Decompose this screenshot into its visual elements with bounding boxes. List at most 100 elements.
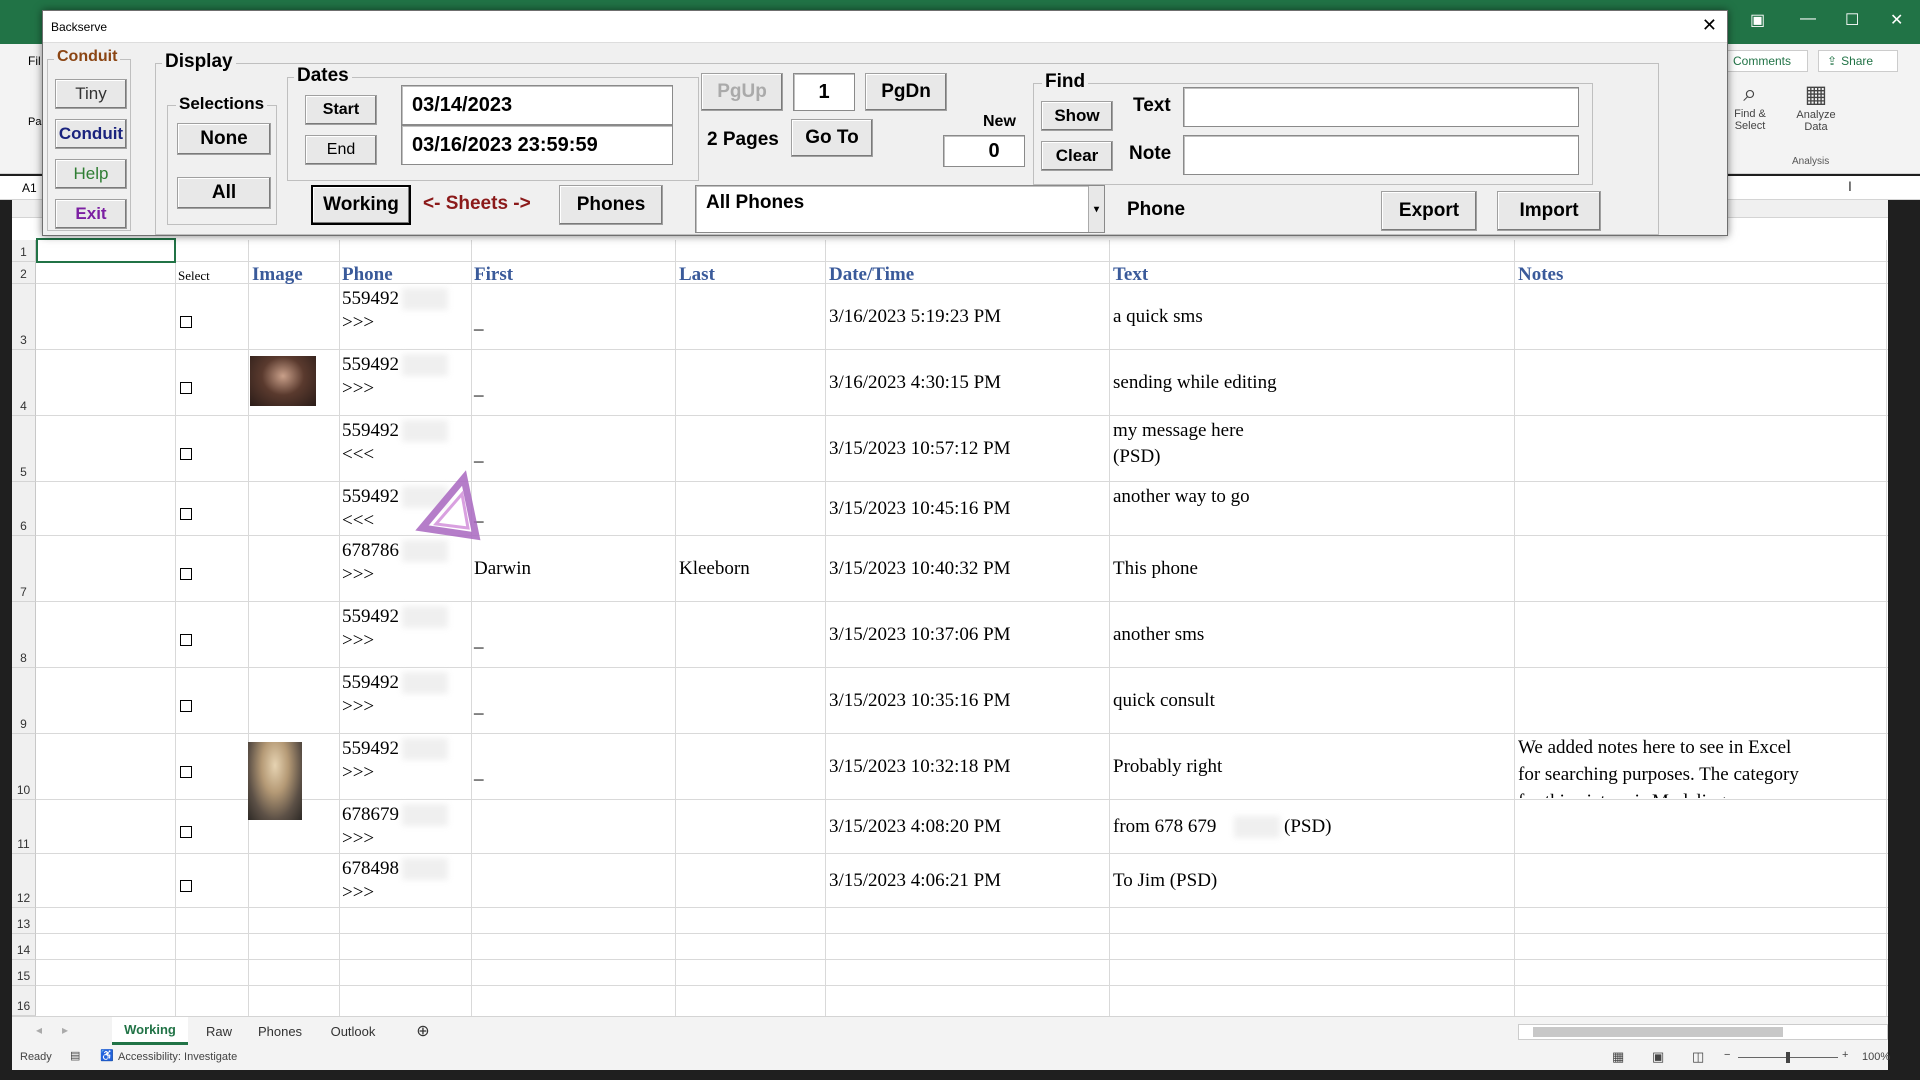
sheet-tab-working[interactable]: Working xyxy=(112,1017,188,1045)
select-checkbox[interactable] xyxy=(180,316,192,328)
dropdown-arrow-icon[interactable]: ▾ xyxy=(1088,186,1104,232)
tiny-button[interactable]: Tiny xyxy=(55,79,127,109)
display-group-label: Display xyxy=(162,51,236,73)
direction-cell: >>> xyxy=(342,312,375,333)
select-checkbox[interactable] xyxy=(180,508,192,520)
name-box[interactable]: A1 xyxy=(22,181,37,195)
exit-button[interactable]: Exit xyxy=(55,199,127,229)
text-cell: Probably right xyxy=(1113,756,1223,777)
find-clear-button[interactable]: Clear xyxy=(1041,141,1113,171)
spreadsheet-grid[interactable]: 1 2 3 4 5 6 7 8 9 10 11 12 13 14 15 16 S… xyxy=(12,218,1888,1016)
row-header[interactable]: 9 xyxy=(12,668,36,734)
row-header[interactable]: 15 xyxy=(12,960,36,986)
add-sheet-icon[interactable]: ⊕ xyxy=(408,1017,438,1045)
row-header[interactable]: 6 xyxy=(12,482,36,536)
start-date-field[interactable]: 03/14/2023 xyxy=(401,85,673,125)
comments-label: Comments xyxy=(1733,54,1792,68)
select-checkbox[interactable] xyxy=(180,700,192,712)
phone-cell: 559492 xyxy=(342,672,399,693)
close-icon[interactable]: ✕ xyxy=(1890,10,1903,30)
phone-cell: 678786 xyxy=(342,540,399,561)
contact-photo-thumbnail[interactable] xyxy=(250,356,316,406)
phone-cell: 559492 xyxy=(342,486,399,507)
help-button[interactable]: Help xyxy=(55,159,127,189)
goto-button[interactable]: Go To xyxy=(791,119,873,157)
select-checkbox[interactable] xyxy=(180,568,192,580)
tab-next-icon[interactable]: ▸ xyxy=(62,1023,68,1037)
datetime-cell: 3/15/2023 4:08:20 PM xyxy=(829,816,1002,837)
all-button[interactable]: All xyxy=(177,177,271,209)
zoom-level[interactable]: 100% xyxy=(1862,1051,1890,1063)
row-header[interactable]: 10 xyxy=(12,734,36,800)
normal-view-icon[interactable]: ▦ xyxy=(1612,1049,1624,1065)
row-header[interactable]: 14 xyxy=(12,934,36,960)
select-checkbox[interactable] xyxy=(180,766,192,778)
zoom-slider-thumb[interactable] xyxy=(1786,1052,1790,1063)
first-cell: _ xyxy=(474,696,484,717)
sheet-tab-outlook[interactable]: Outlook xyxy=(318,1017,388,1045)
find-text-input[interactable] xyxy=(1183,87,1579,127)
select-checkbox[interactable] xyxy=(180,826,192,838)
end-date-field[interactable]: 03/16/2023 23:59:59 xyxy=(401,125,673,165)
share-button[interactable]: ⇪ Share xyxy=(1818,50,1898,72)
direction-cell: >>> xyxy=(342,696,375,717)
row-header[interactable]: 11 xyxy=(12,800,36,854)
page-number-field[interactable]: 1 xyxy=(793,73,855,111)
horizontal-scrollbar[interactable] xyxy=(1518,1024,1888,1040)
find-select-button[interactable]: ⌕ Find & Select xyxy=(1720,80,1780,160)
contact-photo-thumbnail[interactable] xyxy=(248,742,302,820)
sheet-tab-raw[interactable]: Raw xyxy=(196,1017,242,1045)
page-layout-icon[interactable]: ▣ xyxy=(1652,1049,1664,1065)
maximize-icon[interactable]: ☐ xyxy=(1845,10,1859,30)
minimize-icon[interactable]: — xyxy=(1800,10,1816,28)
select-checkbox[interactable] xyxy=(180,880,192,892)
datetime-cell: 3/15/2023 10:35:16 PM xyxy=(829,690,1011,711)
row-header[interactable]: 12 xyxy=(12,854,36,908)
phone-filter-dropdown[interactable]: All Phones ▾ xyxy=(695,185,1105,233)
select-checkbox[interactable] xyxy=(180,634,192,646)
zoom-slider[interactable] xyxy=(1738,1052,1838,1063)
conduit-button[interactable]: Conduit xyxy=(55,119,127,149)
export-button[interactable]: Export xyxy=(1381,191,1477,231)
new-count-field[interactable]: 0 xyxy=(943,135,1025,167)
start-button[interactable]: Start xyxy=(305,95,377,125)
comments-button[interactable]: Comments xyxy=(1722,50,1808,72)
end-button[interactable]: End xyxy=(305,135,377,165)
analyze-data-button[interactable]: ▦ Analyze Data xyxy=(1786,80,1846,160)
dialog-close-icon[interactable]: ✕ xyxy=(1702,15,1717,36)
sheet-tab-phones[interactable]: Phones xyxy=(248,1017,312,1045)
ribbon-display-icon[interactable]: ▣ xyxy=(1750,10,1765,30)
h-scrollbar-thumb[interactable] xyxy=(1533,1027,1783,1037)
row-header[interactable]: 16 xyxy=(12,986,36,1016)
zoom-out-icon[interactable]: − xyxy=(1724,1049,1730,1061)
accessibility-status[interactable]: Accessibility: Investigate xyxy=(118,1051,237,1063)
tab-prev-icon[interactable]: ◂ xyxy=(36,1023,42,1037)
pgdn-button[interactable]: PgDn xyxy=(865,73,947,111)
row-header[interactable]: 5 xyxy=(12,416,36,482)
macro-icon[interactable]: ▤ xyxy=(70,1049,80,1062)
active-cell-a1[interactable] xyxy=(36,238,176,263)
zoom-in-icon[interactable]: + xyxy=(1842,1049,1848,1061)
row-header[interactable]: 2 xyxy=(12,262,36,284)
phones-sheet-button[interactable]: Phones xyxy=(559,185,663,225)
row-header[interactable]: 13 xyxy=(12,908,36,934)
file-tab[interactable]: Fil xyxy=(28,54,41,68)
none-button[interactable]: None xyxy=(177,123,271,155)
pgup-button[interactable]: PgUp xyxy=(701,73,783,111)
row-header[interactable]: 3 xyxy=(12,284,36,350)
magnifier-icon: ⌕ xyxy=(1743,80,1757,107)
direction-cell: <<< xyxy=(342,510,375,531)
find-note-input[interactable] xyxy=(1183,135,1579,175)
select-checkbox[interactable] xyxy=(180,382,192,394)
row-header[interactable]: 1 xyxy=(12,240,36,262)
find-show-button[interactable]: Show xyxy=(1041,101,1113,131)
row-header[interactable]: 8 xyxy=(12,602,36,668)
phone-cell: 559492 xyxy=(342,354,399,375)
select-checkbox[interactable] xyxy=(180,448,192,460)
import-button[interactable]: Import xyxy=(1497,191,1601,231)
row-header[interactable]: 4 xyxy=(12,350,36,416)
page-break-icon[interactable]: ◫ xyxy=(1692,1049,1704,1065)
working-sheet-button[interactable]: Working xyxy=(311,185,411,225)
row-header[interactable]: 7 xyxy=(12,536,36,602)
accessibility-icon[interactable]: ♿ xyxy=(100,1049,114,1062)
